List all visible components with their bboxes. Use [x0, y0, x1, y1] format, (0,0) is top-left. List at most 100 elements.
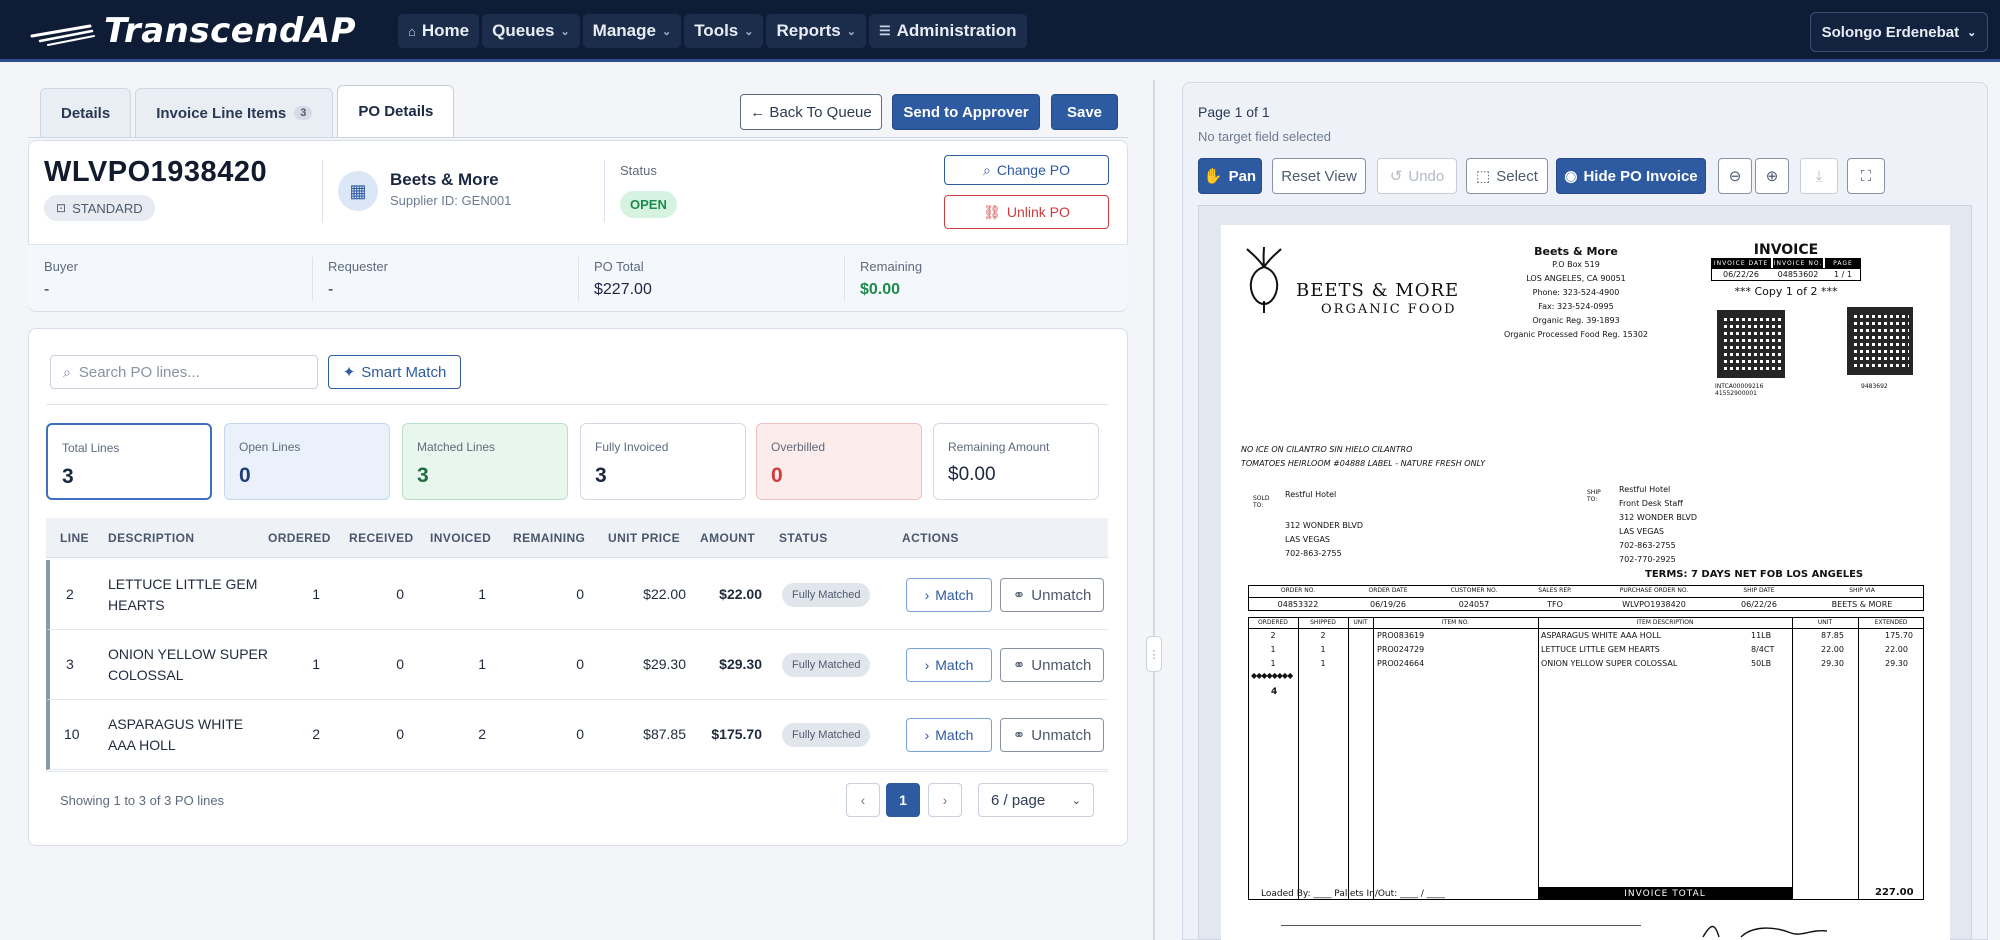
search-placeholder: Search PO lines...	[78, 363, 200, 381]
line-header: UNIT	[1817, 619, 1833, 626]
nav-queues-label: Queues	[492, 21, 555, 40]
unmatch-button[interactable]: ⚭ Unmatch	[1000, 648, 1104, 682]
stat-matched-lines[interactable]: Matched Lines 3	[402, 423, 568, 500]
next-page-button[interactable]: ›	[928, 783, 962, 817]
stat-value: 0	[239, 464, 251, 487]
stat-value: 3	[595, 464, 607, 487]
col-amount: AMOUNT	[700, 531, 756, 545]
unlink-po-button[interactable]: ⛓ Unlink PO	[944, 195, 1109, 229]
select-button[interactable]: ⬚ Select	[1466, 158, 1548, 194]
zoom-out-button[interactable]: ⊖	[1718, 158, 1752, 194]
line-unit: 29.30	[1821, 659, 1844, 668]
col-ordered: ORDERED	[268, 531, 331, 545]
divider	[1248, 628, 1924, 629]
stat-overbilled[interactable]: Overbilled 0	[756, 423, 922, 500]
search-icon: ⌕	[982, 161, 991, 178]
stat-remaining-amount[interactable]: Remaining Amount $0.00	[933, 423, 1099, 500]
unlink-icon: ⛓	[983, 203, 1001, 220]
vendor-address: Fax: 323-524-0995	[1538, 302, 1614, 311]
save-button[interactable]: Save	[1051, 94, 1118, 130]
order-header: CUSTOMER NO.	[1450, 587, 1498, 594]
line-unit: 87.85	[1821, 631, 1844, 640]
nav-tools[interactable]: Tools ⌄	[684, 14, 764, 48]
divider	[1858, 617, 1859, 900]
line-header: ORDERED	[1258, 619, 1288, 626]
send-to-approver-button[interactable]: Send to Approver	[892, 94, 1040, 130]
link-icon: ⚭	[1012, 727, 1026, 744]
tab-divider	[28, 137, 1128, 138]
cell-amount: $22.00	[719, 586, 762, 602]
reset-view-button[interactable]: Reset View	[1272, 158, 1366, 194]
requester-value: -	[328, 281, 334, 298]
prev-page-button[interactable]: ‹	[846, 783, 880, 817]
undo-button[interactable]: ↺ Undo	[1377, 158, 1457, 194]
stat-open-lines[interactable]: Open Lines 0	[224, 423, 390, 500]
stat-fully-invoiced[interactable]: Fully Invoiced 3	[580, 423, 746, 500]
panel-splitter[interactable]	[1153, 80, 1155, 940]
signature-scribble-icon	[1702, 925, 1828, 938]
nav-home[interactable]: ⌂ Home	[398, 14, 480, 48]
match-button[interactable]: › Match	[906, 648, 992, 682]
match-label: Match	[935, 727, 974, 743]
tab-po-details[interactable]: PO Details	[337, 85, 455, 137]
dotted-separator: ◆◆◆◆◆◆◆◆	[1251, 671, 1293, 680]
table-row[interactable]: 3 ONION YELLOW SUPER COLOSSAL 1 0 1 0 $2…	[46, 630, 1108, 700]
po-summary-strip: Buyer - Requester - PO Total $227.00 Rem…	[28, 244, 1128, 311]
smart-match-button[interactable]: ✦ Smart Match	[328, 355, 461, 389]
line-item-no: PRO024729	[1377, 645, 1425, 654]
tab-details[interactable]: Details	[40, 88, 132, 137]
user-menu[interactable]: Solongo Erdenebat ⌄	[1810, 12, 1988, 52]
sliders-icon: ☰	[878, 23, 891, 38]
search-input[interactable]: ⌕ Search PO lines...	[50, 355, 318, 389]
hide-po-invoice-button[interactable]: ◉ Hide PO Invoice	[1556, 158, 1706, 194]
tab-invoice-line-items[interactable]: Invoice Line Items 3	[135, 88, 334, 137]
order-header: SALES REP.	[1538, 587, 1572, 594]
select-label: Select	[1496, 167, 1538, 185]
cell-amount: $175.70	[711, 726, 762, 742]
divider	[844, 257, 845, 301]
divider	[322, 160, 323, 222]
vendor-address: P.O Box 519	[1552, 260, 1600, 269]
nav-queues[interactable]: Queues ⌄	[482, 14, 580, 48]
user-name: Solongo Erdenebat	[1821, 23, 1960, 41]
page-button[interactable]: 1	[886, 783, 920, 817]
line-size: 11LB	[1751, 631, 1772, 640]
qr-caption: INTCA00009216 41552900001	[1715, 383, 1764, 398]
home-icon: ⌂	[408, 23, 416, 39]
back-to-queue-button[interactable]: ← Back To Queue	[740, 94, 882, 130]
stat-label: Fully Invoiced	[595, 440, 669, 454]
change-po-button[interactable]: ⌕ Change PO	[944, 155, 1109, 185]
cell-line: 2	[66, 586, 74, 602]
match-button[interactable]: › Match	[906, 578, 992, 612]
table-row[interactable]: 2 LETTUCE LITTLE GEM HEARTS 1 0 1 0 $22.…	[46, 560, 1108, 630]
col-remaining: REMAINING	[513, 531, 586, 545]
download-button[interactable]: ⤓	[1800, 158, 1838, 194]
fullscreen-button[interactable]: ⛶	[1847, 158, 1885, 194]
zoom-in-button[interactable]: ⊕	[1755, 158, 1789, 194]
pan-button[interactable]: ✋ Pan	[1198, 158, 1262, 194]
col-unit-price: UNIT PRICE	[608, 531, 681, 545]
nav-manage[interactable]: Manage ⌄	[582, 14, 682, 48]
match-button[interactable]: › Match	[906, 718, 992, 752]
cell-received: 0	[396, 656, 404, 672]
unmatch-button[interactable]: ⚭ Unmatch	[1000, 718, 1104, 752]
brand-logo[interactable]: TranscendAP	[30, 8, 356, 54]
cell-invoiced: 1	[478, 586, 486, 602]
po-type-badge: ⊡ STANDARD	[44, 195, 155, 221]
page-size-select[interactable]: 6 / page ⌄	[978, 783, 1094, 817]
requester-label: Requester	[328, 259, 388, 274]
drag-handle-icon[interactable]: ⋮	[1146, 636, 1162, 672]
line-count-marker: 4	[1271, 687, 1278, 697]
brand-name: TranscendAP	[104, 11, 357, 51]
cell-ordered: 1	[312, 656, 320, 672]
table-row[interactable]: 10 ASPARAGUS WHITE AAA HOLL 2 0 2 0 $87.…	[46, 700, 1108, 770]
divider	[604, 160, 605, 222]
unmatch-button[interactable]: ⚭ Unmatch	[1000, 578, 1104, 612]
nav-administration[interactable]: ☰ Administration	[868, 14, 1027, 48]
nav-reports[interactable]: Reports ⌄	[766, 14, 866, 48]
cell-received: 0	[396, 726, 404, 742]
tab-line-items-label: Invoice Line Items	[156, 104, 287, 122]
stat-total-lines[interactable]: Total Lines 3	[46, 423, 212, 500]
order-value: 024057	[1458, 600, 1490, 609]
ship-to-line: 312 WONDER BLVD	[1619, 513, 1698, 522]
